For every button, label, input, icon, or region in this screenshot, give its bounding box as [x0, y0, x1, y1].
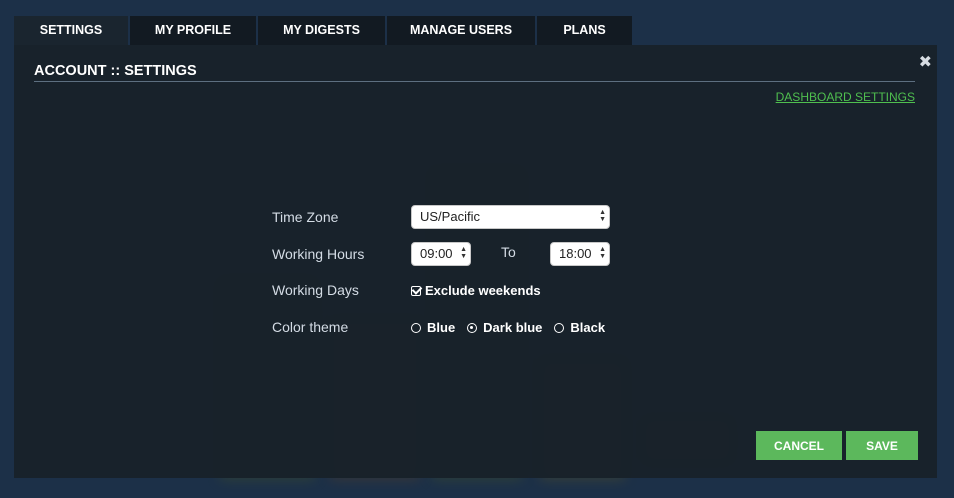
- settings-page: SETTINGS MY PROFILE MY DIGESTS MANAGE US…: [0, 0, 954, 498]
- working-hours-to-select[interactable]: 18:00 ▲ ▼: [550, 242, 610, 266]
- to-label: To: [501, 244, 516, 260]
- radio-icon[interactable]: [554, 322, 565, 333]
- working-hours-label: Working Hours: [272, 246, 365, 262]
- theme-option-label: Dark blue: [483, 320, 543, 335]
- theme-option-dark-blue[interactable]: Dark blue: [467, 320, 542, 335]
- tab-plans[interactable]: PLANS: [537, 16, 632, 45]
- radio-icon[interactable]: [411, 322, 421, 333]
- working-days-label: Working Days: [272, 282, 359, 298]
- radio-selected-icon[interactable]: [467, 322, 478, 333]
- settings-dialog: ACCOUNT :: SETTINGS ✖ DASHBOARD SETTINGS…: [14, 45, 937, 478]
- theme-option-label: Black: [570, 320, 606, 335]
- tab-my-profile[interactable]: MY PROFILE: [130, 16, 256, 45]
- color-theme-label: Color theme: [272, 319, 349, 335]
- dashboard-settings-link[interactable]: DASHBOARD SETTINGS: [776, 90, 915, 104]
- tab-manage-users[interactable]: MANAGE USERS: [387, 16, 535, 45]
- tab-my-digests[interactable]: MY DIGESTS: [258, 16, 385, 45]
- select-arrows-icon: ▲ ▼: [460, 246, 467, 260]
- select-arrows-icon: ▲ ▼: [599, 209, 606, 223]
- checkbox-checked-icon[interactable]: [411, 285, 421, 296]
- theme-option-black[interactable]: Black: [554, 320, 605, 335]
- select-arrows-icon: ▲ ▼: [599, 246, 606, 260]
- close-icon[interactable]: ✖: [919, 52, 932, 72]
- time-zone-select[interactable]: US/Pacific ▲ ▼: [411, 205, 610, 229]
- working-hours-from-value: 09:00: [420, 246, 453, 261]
- dialog-title: ACCOUNT :: SETTINGS: [34, 63, 197, 79]
- tab-bar: SETTINGS MY PROFILE MY DIGESTS MANAGE US…: [14, 16, 632, 45]
- exclude-weekends-checkbox[interactable]: Exclude weekends: [411, 283, 541, 298]
- tab-settings[interactable]: SETTINGS: [14, 16, 128, 45]
- exclude-weekends-label: Exclude weekends: [425, 283, 541, 298]
- title-divider: [34, 81, 915, 82]
- color-theme-radio-group: Blue Dark blue Black: [411, 320, 605, 335]
- cancel-button[interactable]: CANCEL: [756, 431, 842, 460]
- working-hours-from-select[interactable]: 09:00 ▲ ▼: [411, 242, 471, 266]
- time-zone-label: Time Zone: [272, 209, 339, 225]
- time-zone-value: US/Pacific: [420, 209, 480, 224]
- working-hours-to-value: 18:00: [559, 246, 592, 261]
- save-button[interactable]: SAVE: [846, 431, 918, 460]
- theme-option-label: Blue: [427, 320, 456, 335]
- theme-option-blue[interactable]: Blue: [411, 320, 455, 335]
